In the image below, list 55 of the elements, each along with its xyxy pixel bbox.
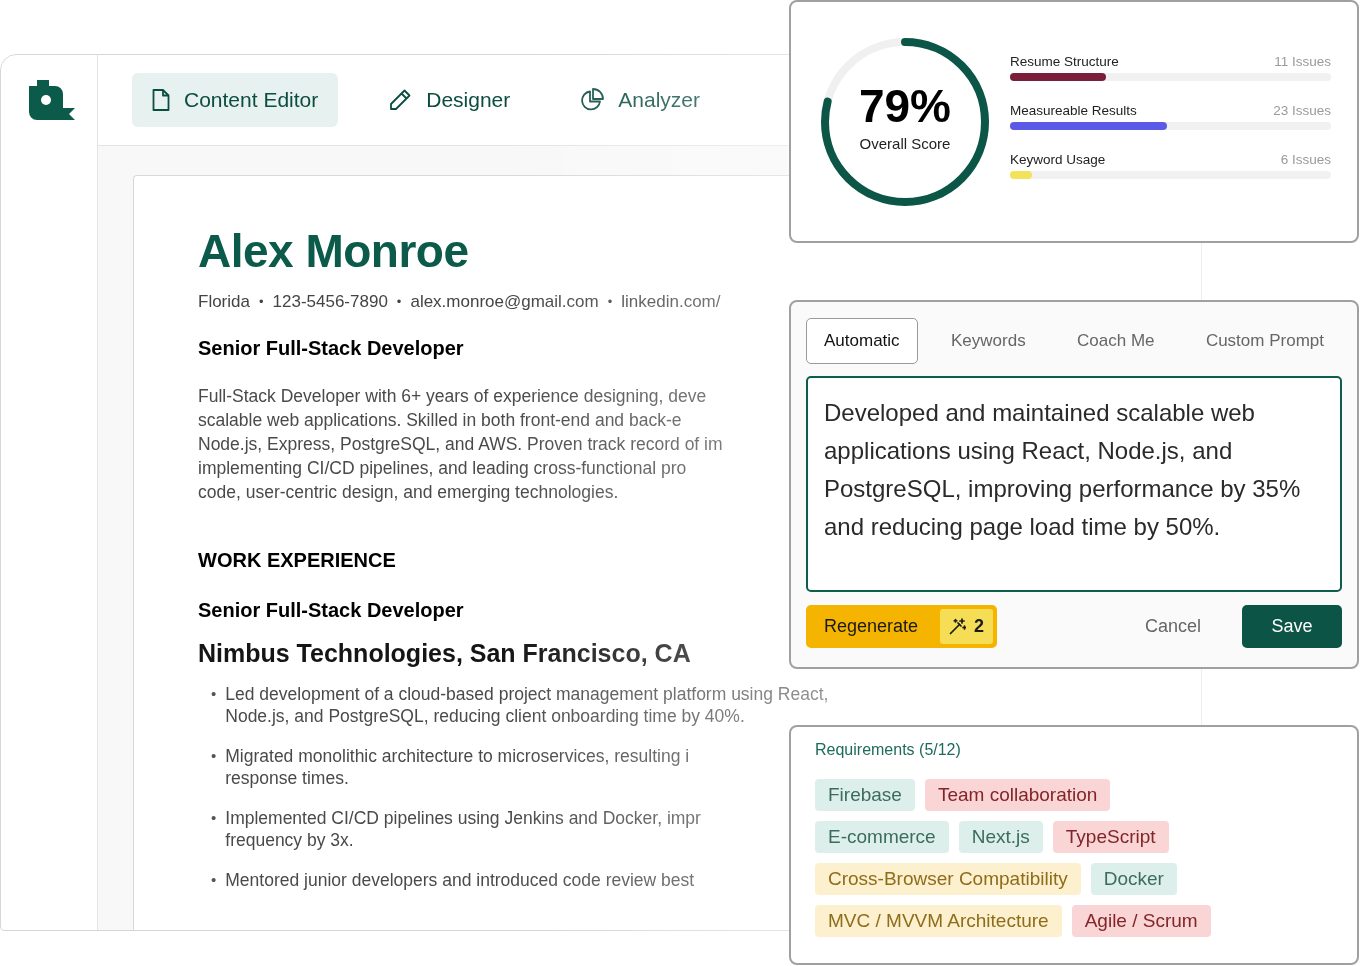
keyword-tag: Agile / Scrum — [1071, 905, 1211, 937]
mode-tab[interactable]: Coach Me — [1059, 318, 1173, 364]
keyword-tag: Team collaboration — [924, 779, 1111, 811]
pie-chart-icon — [580, 88, 605, 112]
keyword-tag: Docker — [1090, 863, 1177, 895]
bullet-text: Migrated monolithic architecture to microservices, resulting i response times. — [225, 745, 690, 789]
job-title: Senior Full-Stack Developer — [198, 598, 464, 623]
keyword-tag: E-commerce — [815, 821, 949, 853]
issue-count: 23 Issues — [1273, 102, 1331, 120]
contact-info: linkedin.com/ — [621, 291, 721, 313]
issue-label: Keyword Usage — [1010, 151, 1106, 169]
contact-info: alex.monroe@gmail.com — [410, 291, 599, 313]
requirements-title: Requirements (5/12) — [815, 740, 961, 760]
bullet-text: Led development of a cloud-based project management platform using React, Node.js, and PostgreSQL, reducing client onboarding time by 40%. — [225, 683, 829, 727]
resume-name: Alex Monroe — [198, 225, 469, 277]
nav-tab[interactable]: Designer — [368, 73, 531, 127]
keyword-tag: MVC / MVVM Architecture — [815, 905, 1062, 937]
issue-label: Measureable Results — [1010, 102, 1137, 120]
keyword-tag: Next.js — [958, 821, 1043, 853]
score-label: Overall Score — [859, 135, 951, 152]
text-field[interactable]: Developed and maintained scalable web applications using React, Node.js, and PostgreSQL, improving performance by 35% and reducing page load time by 50%. — [806, 376, 1342, 592]
credit-count: 2 — [974, 615, 984, 638]
mode-tab[interactable]: Keywords — [933, 318, 1044, 364]
nav-tab[interactable]: Analyzer — [560, 73, 720, 127]
contact-info: Florida — [198, 291, 250, 313]
company-location: Nimbus Technologies, San Francisco, CA — [198, 638, 691, 669]
keyword-tag: Cross-Browser Compatibility — [815, 863, 1081, 895]
summary-text: Full-Stack Developer with 6+ years of experience designing, deve scalable web applications. Skilled in both front-end and back-e Node.js, Express, PostgreSQL, and AWS. Proven track record of im implementing CI/CD pipelines, and leading cross-functional pro code, user-centric design, and emerging technologies. — [198, 385, 723, 504]
issue-count: 6 Issues — [1280, 151, 1331, 169]
keyword-tag: Firebase — [815, 779, 915, 811]
magic-wand-icon — [949, 618, 966, 635]
mode-tab[interactable]: Automatic — [806, 318, 918, 364]
score-value: 79% — [858, 80, 952, 132]
regenerate-button[interactable]: Regenerate 2 — [806, 605, 997, 648]
separator-dot: • — [396, 293, 402, 311]
bullet-marker: • — [211, 870, 217, 890]
resume-headline: Senior Full-Stack Developer — [198, 336, 464, 361]
pencil-icon — [388, 88, 413, 112]
section-heading: WORK EXPERIENCE — [198, 548, 396, 573]
mode-tab[interactable]: Custom Prompt — [1187, 318, 1342, 364]
issue-count: 11 Issues — [1274, 53, 1331, 71]
keyword-tag: TypeScript — [1052, 821, 1169, 853]
bullet-marker: • — [211, 746, 217, 766]
separator-dot: • — [607, 293, 613, 311]
cancel-button[interactable]: Cancel — [1144, 613, 1201, 640]
bullet-text: Mentored junior developers and introduced code review best — [225, 869, 695, 891]
document-icon — [152, 89, 170, 111]
nav-tab[interactable]: Content Editor — [132, 73, 339, 127]
bullet-marker: • — [211, 684, 217, 704]
separator-dot: • — [258, 293, 264, 311]
contact-info: 123-5456-7890 — [272, 291, 388, 313]
bullet-text: Implemented CI/CD pipelines using Jenkins and Docker, impr frequency by 3x. — [225, 807, 701, 851]
save-button[interactable]: Save — [1242, 605, 1342, 648]
issue-label: Resume Structure — [1010, 53, 1119, 71]
bullet-marker: • — [211, 808, 217, 828]
